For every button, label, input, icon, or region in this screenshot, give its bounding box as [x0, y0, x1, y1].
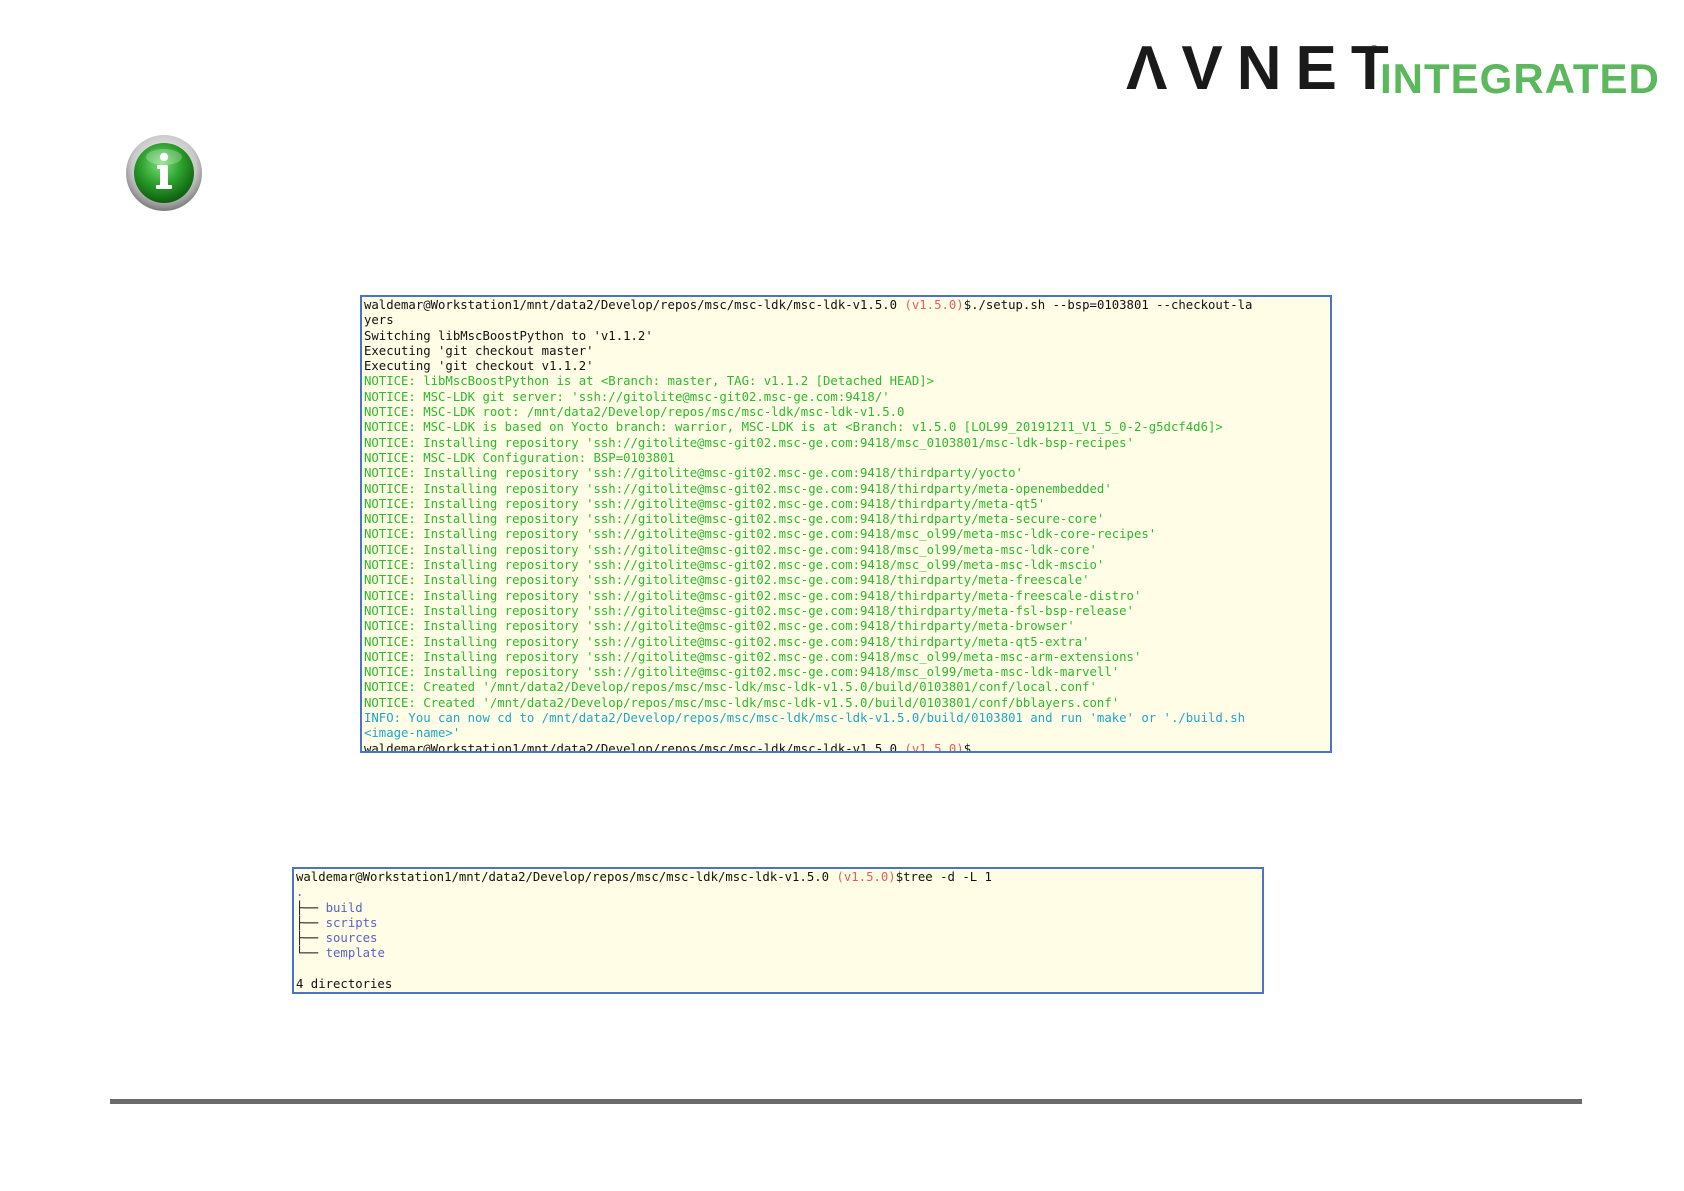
- terminal-line: NOTICE: Installing repository 'ssh://git…: [364, 543, 1328, 558]
- terminal-line: NOTICE: Installing repository 'ssh://git…: [364, 512, 1328, 527]
- terminal-text-segment: Executing 'git checkout v1.1.2': [364, 359, 594, 374]
- terminal-line: NOTICE: Installing repository 'ssh://git…: [364, 527, 1328, 542]
- terminal-line: NOTICE: Installing repository 'ssh://git…: [364, 650, 1328, 665]
- footer-divider: [110, 1099, 1582, 1104]
- terminal-line: 4 directories: [296, 977, 1260, 992]
- terminal-line: NOTICE: Installing repository 'ssh://git…: [364, 589, 1328, 604]
- terminal-text-segment: <image-name>': [364, 726, 461, 741]
- terminal-text-segment: build: [325, 900, 363, 915]
- terminal-text-segment: NOTICE: MSC-LDK root: /mnt/data2/Develop…: [364, 405, 905, 420]
- terminal-text-segment: template: [325, 946, 385, 961]
- terminal-text-segment: NOTICE: MSC-LDK git server: 'ssh://gitol…: [364, 389, 890, 404]
- terminal-line: NOTICE: Created '/mnt/data2/Develop/repo…: [364, 680, 1328, 695]
- terminal-line: NOTICE: Created '/mnt/data2/Develop/repo…: [364, 696, 1328, 711]
- terminal-line: INFO: You can now cd to /mnt/data2/Devel…: [364, 711, 1328, 726]
- logo-brand: ΛVNET: [1126, 34, 1403, 103]
- terminal-text-segment: NOTICE: Installing repository 'ssh://git…: [364, 619, 1075, 634]
- terminal-line: ├── sources: [296, 931, 1260, 946]
- terminal-text-segment: NOTICE: Installing repository 'ssh://git…: [364, 512, 1105, 527]
- terminal-text-segment: sources: [325, 931, 378, 946]
- terminal-line: waldemar@Workstation1/mnt/data2/Develop/…: [364, 741, 1328, 753]
- terminal-text-segment: (v1.5.0): [836, 870, 896, 884]
- terminal-line: NOTICE: Installing repository 'ssh://git…: [364, 497, 1328, 512]
- terminal-line: Executing 'git checkout v1.1.2': [364, 359, 1328, 374]
- terminal-text-segment: NOTICE: Installing repository 'ssh://git…: [364, 573, 1090, 588]
- terminal-text-segment: NOTICE: Installing repository 'ssh://git…: [364, 466, 1023, 481]
- terminal-text-segment: NOTICE: Installing repository 'ssh://git…: [364, 481, 1112, 496]
- terminal-line: <image-name>': [364, 726, 1328, 741]
- avnet-integrated-logo: ΛVNET ® INTEGRATED: [1126, 34, 1659, 108]
- terminal-tree-output: waldemar@Workstation1/mnt/data2/Develop/…: [292, 867, 1264, 994]
- terminal-text-segment: └──: [296, 946, 326, 961]
- terminal-text-segment: NOTICE: Installing repository 'ssh://git…: [364, 603, 1134, 618]
- terminal-line: Executing 'git checkout master': [364, 344, 1328, 359]
- terminal-text-segment: waldemar@Workstation1/mnt/data2/Develop/…: [364, 298, 905, 312]
- terminal-line: NOTICE: Installing repository 'ssh://git…: [364, 573, 1328, 588]
- terminal-text-segment: 4 directories: [296, 977, 393, 992]
- terminal-line: NOTICE: Installing repository 'ssh://git…: [364, 635, 1328, 650]
- terminal-text-segment: NOTICE: Created '/mnt/data2/Develop/repo…: [364, 680, 1097, 695]
- terminal-line: NOTICE: Installing repository 'ssh://git…: [364, 619, 1328, 634]
- terminal-text-segment: NOTICE: Installing repository 'ssh://git…: [364, 435, 1134, 450]
- logo-registered-mark: ®: [1370, 44, 1379, 56]
- terminal-line: NOTICE: MSC-LDK is based on Yocto branch…: [364, 420, 1328, 435]
- terminal-text-segment: INFO: You can now cd to /mnt/data2/Devel…: [364, 711, 1245, 726]
- terminal-text-segment: ├──: [296, 931, 326, 946]
- terminal-text-segment: (v1.5.0): [904, 298, 964, 312]
- terminal-text-segment: NOTICE: Installing repository 'ssh://git…: [364, 649, 1142, 664]
- terminal-line: NOTICE: Installing repository 'ssh://git…: [364, 466, 1328, 481]
- terminal-line: ├── build: [296, 901, 1260, 916]
- terminal-line: NOTICE: MSC-LDK root: /mnt/data2/Develop…: [364, 405, 1328, 420]
- terminal-line: NOTICE: Installing repository 'ssh://git…: [364, 436, 1328, 451]
- terminal-text-segment: NOTICE: Installing repository 'ssh://git…: [364, 558, 1105, 573]
- terminal-text-segment: Executing 'git checkout master': [364, 343, 594, 358]
- terminal-text-segment: NOTICE: Installing repository 'ssh://git…: [364, 634, 1090, 649]
- terminal-line: NOTICE: MSC-LDK Configuration: BSP=01038…: [364, 451, 1328, 466]
- terminal-text-segment: NOTICE: Installing repository 'ssh://git…: [364, 527, 1157, 542]
- terminal-text-segment: NOTICE: libMscBoostPython is at <Branch:…: [364, 374, 935, 389]
- terminal-setup-output: waldemar@Workstation1/mnt/data2/Develop/…: [360, 295, 1332, 753]
- terminal-text-segment: NOTICE: Installing repository 'ssh://git…: [364, 496, 1046, 511]
- terminal-text-segment: NOTICE: Installing repository 'ssh://git…: [364, 665, 1120, 680]
- terminal-text-segment: NOTICE: Installing repository 'ssh://git…: [364, 588, 1142, 603]
- info-icon: [126, 135, 202, 211]
- terminal-text-segment: NOTICE: Created '/mnt/data2/Develop/repo…: [364, 695, 1120, 710]
- terminal-line: NOTICE: Installing repository 'ssh://git…: [364, 558, 1328, 573]
- terminal-text-segment: ├──: [296, 900, 326, 915]
- terminal-text-segment: NOTICE: MSC-LDK is based on Yocto branch…: [364, 420, 1223, 435]
- terminal-line: waldemar@Workstation1/mnt/data2/Develop/…: [364, 298, 1328, 313]
- terminal-text-segment: waldemar@Workstation1/mnt/data2/Develop/…: [296, 870, 837, 884]
- terminal-line: NOTICE: Installing repository 'ssh://git…: [364, 604, 1328, 619]
- logo-suffix: INTEGRATED: [1380, 55, 1660, 102]
- terminal-text-segment: waldemar@Workstation1/mnt/data2/Develop/…: [364, 741, 905, 753]
- terminal-line: NOTICE: libMscBoostPython is at <Branch:…: [364, 374, 1328, 389]
- terminal-line: NOTICE: MSC-LDK git server: 'ssh://gitol…: [364, 390, 1328, 405]
- terminal-line: .: [296, 885, 1260, 900]
- terminal-text-segment: .: [296, 885, 304, 900]
- terminal-line: Switching libMscBoostPython to 'v1.1.2': [364, 329, 1328, 344]
- terminal-line: └── template: [296, 946, 1260, 961]
- terminal-line: NOTICE: Installing repository 'ssh://git…: [364, 665, 1328, 680]
- terminal-line: NOTICE: Installing repository 'ssh://git…: [364, 482, 1328, 497]
- terminal-line: waldemar@Workstation1/mnt/data2/Develop/…: [296, 870, 1260, 885]
- terminal-text-segment: $tree -d -L 1: [895, 870, 992, 884]
- terminal-text-segment: ├──: [296, 915, 326, 930]
- terminal-text-segment: scripts: [325, 915, 378, 930]
- terminal-text-segment: NOTICE: MSC-LDK Configuration: BSP=01038…: [364, 450, 675, 465]
- terminal-text-segment: (v1.5.0): [904, 741, 964, 753]
- terminal-text-segment: $: [963, 741, 972, 753]
- terminal-text-segment: $./setup.sh --bsp=0103801 --checkout-la: [963, 298, 1253, 312]
- terminal-line: yers: [364, 313, 1328, 328]
- terminal-line: ├── scripts: [296, 916, 1260, 931]
- terminal-text-segment: NOTICE: Installing repository 'ssh://git…: [364, 542, 1097, 557]
- terminal-text-segment: Switching libMscBoostPython to 'v1.1.2': [364, 328, 653, 343]
- terminal-text-segment: yers: [364, 313, 394, 328]
